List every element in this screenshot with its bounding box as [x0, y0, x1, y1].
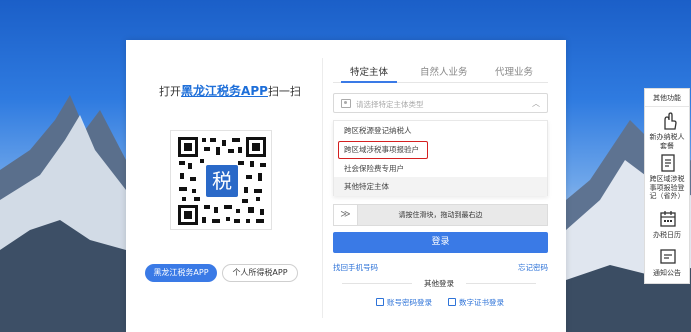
- find-phone-link[interactable]: 找回手机号码: [333, 262, 378, 273]
- entity-type-select[interactable]: 请选择特定主体类型 ︿: [333, 93, 548, 113]
- id-card-icon: [341, 99, 351, 108]
- password-login-link[interactable]: 账号密码登录: [376, 297, 432, 308]
- hlj-tax-app-button[interactable]: 黑龙江税务APP: [145, 264, 217, 282]
- divider-line: [342, 283, 412, 284]
- notice-icon: [658, 247, 678, 267]
- verify-slider: 请按住滑块，拖动到最右边 ≫: [333, 204, 548, 226]
- tab-agent-business[interactable]: 代理业务: [495, 64, 533, 78]
- slider-handle[interactable]: ≫: [334, 205, 358, 225]
- login-button[interactable]: 登录: [333, 232, 548, 253]
- other-login-title: 其他登录: [424, 279, 454, 288]
- personal-tax-app-button[interactable]: 个人所得税APP: [222, 264, 298, 282]
- app-name-link[interactable]: 黑龙江税务APP: [181, 84, 268, 98]
- tab-natural-person[interactable]: 自然人业务: [420, 64, 468, 78]
- side-item-notices[interactable]: 通知公告: [645, 247, 689, 281]
- side-panel-title: 其他功能: [645, 89, 689, 107]
- certificate-icon: [448, 298, 456, 306]
- hand-pointer-icon: [658, 111, 678, 131]
- dropdown-option[interactable]: 跨区税源登记纳税人: [334, 121, 547, 140]
- dropdown-option[interactable]: 社会保险费专用户: [334, 159, 547, 178]
- dropdown-option-highlighted-red[interactable]: 跨区域涉税事项报验户: [338, 141, 428, 159]
- active-tab-indicator: [341, 81, 397, 83]
- qr-code-image: 税: [176, 135, 268, 227]
- tab-specific-entity[interactable]: 特定主体: [350, 64, 388, 78]
- qr-logo-char: 税: [212, 169, 232, 193]
- qr-title: 打开黑龙江税务APP扫一扫: [159, 84, 301, 98]
- entity-type-placeholder: 请选择特定主体类型: [356, 100, 424, 109]
- lock-icon: [376, 298, 384, 306]
- forgot-password-link[interactable]: 忘记密码: [518, 262, 548, 273]
- divider-line: [466, 283, 536, 284]
- chevron-up-icon: ︿: [532, 99, 540, 108]
- panel-divider: [322, 58, 323, 318]
- side-item-tax-calendar[interactable]: 办税日历: [645, 209, 689, 243]
- login-card: 打开黑龙江税务APP扫一扫 税 黑龙江税务APP 个人所得税APP 特定主体 自…: [126, 40, 566, 332]
- qr-code: 税: [170, 130, 272, 230]
- side-item-new-taxpayer[interactable]: 新办纳税人 套餐: [645, 111, 689, 151]
- side-item-cross-region[interactable]: 跨区域涉税 事项报验登 记（省外）: [645, 153, 689, 205]
- document-icon: [658, 153, 678, 173]
- certificate-login-link[interactable]: 数字证书登录: [448, 297, 504, 308]
- other-functions-panel: 其他功能 新办纳税人 套餐 跨区域涉税 事项报验登 记（省外） 办税日历 通知公告: [644, 88, 690, 284]
- entity-type-dropdown: 跨区税源登记纳税人 跨区域涉税事项报验户 社会保险费专用户 其他特定主体: [333, 120, 548, 196]
- calendar-icon: [658, 209, 678, 229]
- dropdown-option-hover[interactable]: 其他特定主体: [334, 177, 547, 196]
- slider-instruction: 请按住滑块，拖动到最右边: [398, 211, 483, 219]
